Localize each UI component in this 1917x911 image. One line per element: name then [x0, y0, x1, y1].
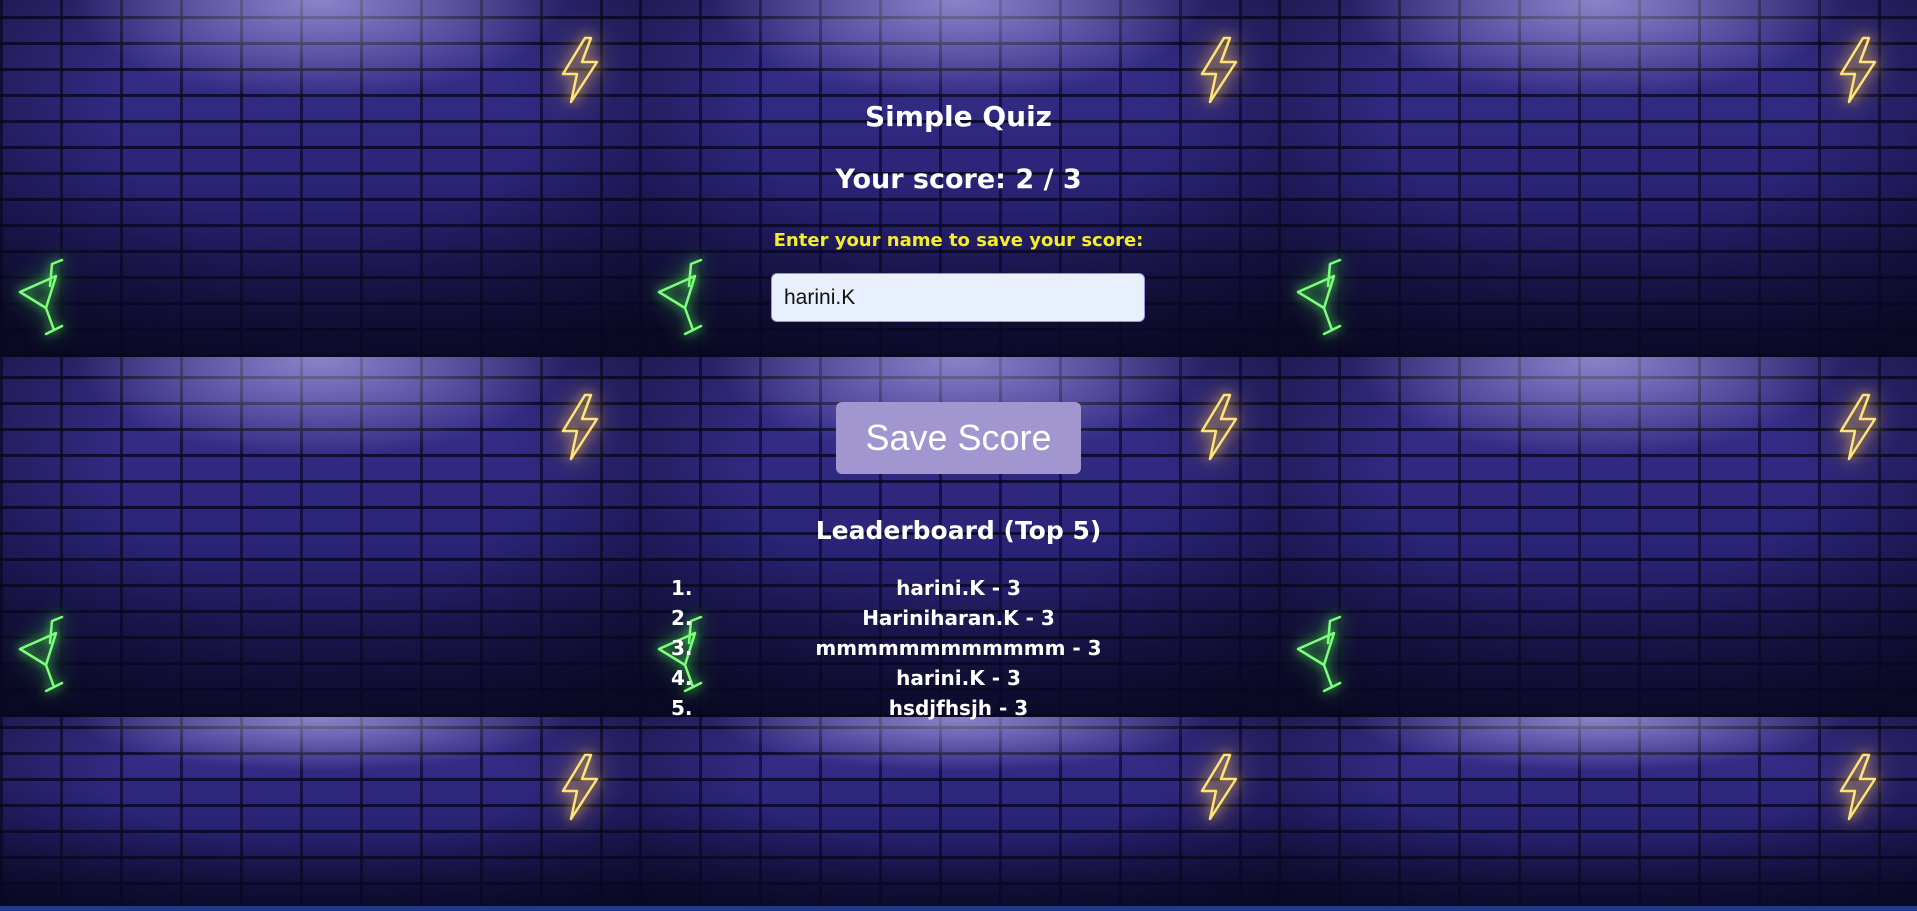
save-score-button[interactable]: Save Score: [836, 402, 1081, 474]
cocktail-glass-icon: [1296, 258, 1342, 336]
cocktail-glass-icon: [18, 615, 64, 693]
lightning-bolt-icon: [1839, 753, 1877, 821]
leaderboard-title: Leaderboard (Top 5): [815, 516, 1102, 545]
wall-tile: [1278, 0, 1917, 357]
leaderboard-entry: 4. harini.K - 3: [639, 663, 1278, 693]
wall-tile: [1278, 717, 1917, 911]
leaderboard-entry-text: mmmmmmmmmmmm - 3: [815, 636, 1102, 660]
lightning-bolt-icon: [561, 753, 599, 821]
cocktail-glass-icon: [18, 258, 64, 336]
wall-tile: [0, 357, 639, 717]
lightning-bolt-icon: [1839, 36, 1877, 104]
leaderboard-list: 1. harini.K - 3 2. Hariniharan.K - 3 3. …: [639, 573, 1278, 723]
leaderboard-rank: 1.: [671, 576, 693, 600]
window-bottom-edge: [0, 906, 1917, 911]
name-prompt: Enter your name to save your score:: [773, 230, 1144, 251]
wall-tile: [0, 717, 639, 911]
page-title: Simple Quiz: [865, 100, 1052, 133]
leaderboard-entry-text: harini.K - 3: [896, 576, 1021, 600]
quiz-result-panel: Simple Quiz Your score: 2 / 3 Enter your…: [639, 0, 1278, 911]
leaderboard-entry-text: hsdjfhsjh - 3: [888, 696, 1029, 720]
leaderboard-entry-text: harini.K - 3: [896, 666, 1021, 690]
lightning-bolt-icon: [561, 36, 599, 104]
wall-tile: [0, 0, 639, 357]
leaderboard-entry: 2. Hariniharan.K - 3: [639, 603, 1278, 633]
cocktail-glass-icon: [1296, 615, 1342, 693]
score-text: Your score: 2 / 3: [835, 164, 1082, 195]
lightning-bolt-icon: [561, 393, 599, 461]
leaderboard-entry-text: Hariniharan.K - 3: [862, 606, 1055, 630]
wall-tile: [1278, 357, 1917, 717]
leaderboard-rank: 4.: [671, 666, 693, 690]
lightning-bolt-icon: [1839, 393, 1877, 461]
leaderboard-entry: 1. harini.K - 3: [639, 573, 1278, 603]
leaderboard-entry: 3. mmmmmmmmmmmm - 3: [639, 633, 1278, 663]
leaderboard-rank: 3.: [671, 636, 693, 660]
leaderboard-rank: 5.: [671, 696, 693, 720]
name-input[interactable]: [771, 273, 1145, 322]
leaderboard-entry: 5. hsdjfhsjh - 3: [639, 693, 1278, 723]
leaderboard-rank: 2.: [671, 606, 693, 630]
